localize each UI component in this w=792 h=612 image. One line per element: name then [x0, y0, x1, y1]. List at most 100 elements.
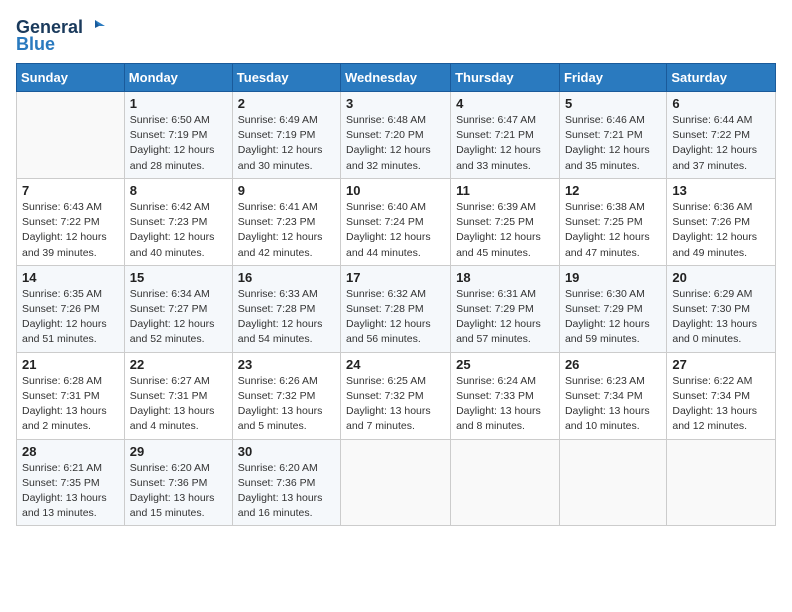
- day-detail: Sunrise: 6:38 AM Sunset: 7:25 PM Dayligh…: [565, 200, 661, 261]
- day-cell: 15 Sunrise: 6:34 AM Sunset: 7:27 PM Dayli…: [124, 265, 232, 352]
- col-header-monday: Monday: [124, 64, 232, 92]
- logo-blue: Blue: [16, 34, 55, 55]
- day-detail: Sunrise: 6:36 AM Sunset: 7:26 PM Dayligh…: [672, 200, 770, 261]
- day-cell: 9Sunrise: 6:41 AM Sunset: 7:23 PM Daylig…: [232, 178, 340, 265]
- day-detail: Sunrise: 6:33 AM Sunset: 7:28 PM Dayligh…: [238, 287, 335, 348]
- day-cell: 8 Sunrise: 6:42 AM Sunset: 7:23 PM Daylig…: [124, 178, 232, 265]
- week-row-3: 14 Sunrise: 6:35 AM Sunset: 7:26 PM Dayli…: [17, 265, 776, 352]
- day-number: 26: [565, 357, 661, 372]
- day-detail: Sunrise: 6:34 AM Sunset: 7:27 PM Dayligh…: [130, 287, 227, 348]
- day-cell: 2 Sunrise: 6:49 AM Sunset: 7:19 PM Daylig…: [232, 92, 340, 179]
- day-detail: Sunrise: 6:23 AM Sunset: 7:34 PM Dayligh…: [565, 374, 661, 435]
- day-cell: 19Sunrise: 6:30 AM Sunset: 7:29 PM Dayli…: [559, 265, 666, 352]
- day-detail: Sunrise: 6:22 AM Sunset: 7:34 PM Dayligh…: [672, 374, 770, 435]
- day-detail: Sunrise: 6:20 AM Sunset: 7:36 PM Dayligh…: [238, 461, 335, 522]
- day-detail: Sunrise: 6:25 AM Sunset: 7:32 PM Dayligh…: [346, 374, 445, 435]
- day-number: 11: [456, 183, 554, 198]
- day-cell: [341, 439, 451, 526]
- day-detail: Sunrise: 6:43 AM Sunset: 7:22 PM Dayligh…: [22, 200, 119, 261]
- day-number: 15: [130, 270, 227, 285]
- day-cell: 5 Sunrise: 6:46 AM Sunset: 7:21 PM Daylig…: [559, 92, 666, 179]
- day-detail: Sunrise: 6:49 AM Sunset: 7:19 PM Dayligh…: [238, 113, 335, 174]
- week-row-5: 28 Sunrise: 6:21 AM Sunset: 7:35 PM Dayli…: [17, 439, 776, 526]
- day-cell: 16 Sunrise: 6:33 AM Sunset: 7:28 PM Dayli…: [232, 265, 340, 352]
- page-header: General Blue: [16, 16, 776, 55]
- day-number: 5: [565, 96, 661, 111]
- day-number: 8: [130, 183, 227, 198]
- day-cell: 17Sunrise: 6:32 AM Sunset: 7:28 PM Dayli…: [341, 265, 451, 352]
- day-detail: Sunrise: 6:50 AM Sunset: 7:19 PM Dayligh…: [130, 113, 227, 174]
- day-detail: Sunrise: 6:46 AM Sunset: 7:21 PM Dayligh…: [565, 113, 661, 174]
- day-detail: Sunrise: 6:31 AM Sunset: 7:29 PM Dayligh…: [456, 287, 554, 348]
- day-cell: 29 Sunrise: 6:20 AM Sunset: 7:36 PM Dayli…: [124, 439, 232, 526]
- day-cell: 14 Sunrise: 6:35 AM Sunset: 7:26 PM Dayli…: [17, 265, 125, 352]
- day-detail: Sunrise: 6:20 AM Sunset: 7:36 PM Dayligh…: [130, 461, 227, 522]
- col-header-sunday: Sunday: [17, 64, 125, 92]
- day-detail: Sunrise: 6:27 AM Sunset: 7:31 PM Dayligh…: [130, 374, 227, 435]
- day-cell: 22 Sunrise: 6:27 AM Sunset: 7:31 PM Dayli…: [124, 352, 232, 439]
- day-cell: 25Sunrise: 6:24 AM Sunset: 7:33 PM Dayli…: [451, 352, 560, 439]
- day-cell: 18Sunrise: 6:31 AM Sunset: 7:29 PM Dayli…: [451, 265, 560, 352]
- day-cell: 20 Sunrise: 6:29 AM Sunset: 7:30 PM Dayli…: [667, 265, 776, 352]
- day-cell: 13 Sunrise: 6:36 AM Sunset: 7:26 PM Dayli…: [667, 178, 776, 265]
- day-number: 4: [456, 96, 554, 111]
- day-number: 19: [565, 270, 661, 285]
- logo-bird-icon: [85, 16, 107, 38]
- week-row-2: 7 Sunrise: 6:43 AM Sunset: 7:22 PM Daylig…: [17, 178, 776, 265]
- day-number: 24: [346, 357, 445, 372]
- day-number: 16: [238, 270, 335, 285]
- day-number: 28: [22, 444, 119, 459]
- day-cell: 7 Sunrise: 6:43 AM Sunset: 7:22 PM Daylig…: [17, 178, 125, 265]
- day-cell: 4Sunrise: 6:47 AM Sunset: 7:21 PM Daylig…: [451, 92, 560, 179]
- day-cell: 12Sunrise: 6:38 AM Sunset: 7:25 PM Dayli…: [559, 178, 666, 265]
- day-number: 30: [238, 444, 335, 459]
- day-number: 3: [346, 96, 445, 111]
- day-cell: 6Sunrise: 6:44 AM Sunset: 7:22 PM Daylig…: [667, 92, 776, 179]
- day-cell: [451, 439, 560, 526]
- day-number: 21: [22, 357, 119, 372]
- day-cell: 28 Sunrise: 6:21 AM Sunset: 7:35 PM Dayli…: [17, 439, 125, 526]
- day-detail: Sunrise: 6:48 AM Sunset: 7:20 PM Dayligh…: [346, 113, 445, 174]
- day-cell: 3 Sunrise: 6:48 AM Sunset: 7:20 PM Daylig…: [341, 92, 451, 179]
- day-detail: Sunrise: 6:21 AM Sunset: 7:35 PM Dayligh…: [22, 461, 119, 522]
- day-detail: Sunrise: 6:41 AM Sunset: 7:23 PM Dayligh…: [238, 200, 335, 261]
- day-number: 22: [130, 357, 227, 372]
- day-detail: Sunrise: 6:35 AM Sunset: 7:26 PM Dayligh…: [22, 287, 119, 348]
- col-header-friday: Friday: [559, 64, 666, 92]
- col-header-tuesday: Tuesday: [232, 64, 340, 92]
- day-number: 7: [22, 183, 119, 198]
- day-cell: 24 Sunrise: 6:25 AM Sunset: 7:32 PM Dayli…: [341, 352, 451, 439]
- day-number: 2: [238, 96, 335, 111]
- day-detail: Sunrise: 6:32 AM Sunset: 7:28 PM Dayligh…: [346, 287, 445, 348]
- day-detail: Sunrise: 6:39 AM Sunset: 7:25 PM Dayligh…: [456, 200, 554, 261]
- calendar-table: SundayMondayTuesdayWednesdayThursdayFrid…: [16, 63, 776, 526]
- day-cell: 27 Sunrise: 6:22 AM Sunset: 7:34 PM Dayli…: [667, 352, 776, 439]
- day-number: 10: [346, 183, 445, 198]
- day-cell: 23Sunrise: 6:26 AM Sunset: 7:32 PM Dayli…: [232, 352, 340, 439]
- day-cell: 1 Sunrise: 6:50 AM Sunset: 7:19 PM Daylig…: [124, 92, 232, 179]
- day-number: 27: [672, 357, 770, 372]
- day-cell: [17, 92, 125, 179]
- day-cell: 21 Sunrise: 6:28 AM Sunset: 7:31 PM Dayli…: [17, 352, 125, 439]
- day-detail: Sunrise: 6:44 AM Sunset: 7:22 PM Dayligh…: [672, 113, 770, 174]
- day-detail: Sunrise: 6:28 AM Sunset: 7:31 PM Dayligh…: [22, 374, 119, 435]
- week-row-4: 21 Sunrise: 6:28 AM Sunset: 7:31 PM Dayli…: [17, 352, 776, 439]
- day-cell: 26 Sunrise: 6:23 AM Sunset: 7:34 PM Dayli…: [559, 352, 666, 439]
- day-cell: 30 Sunrise: 6:20 AM Sunset: 7:36 PM Dayli…: [232, 439, 340, 526]
- day-number: 20: [672, 270, 770, 285]
- day-number: 29: [130, 444, 227, 459]
- day-number: 1: [130, 96, 227, 111]
- calendar-header-row: SundayMondayTuesdayWednesdayThursdayFrid…: [17, 64, 776, 92]
- day-detail: Sunrise: 6:40 AM Sunset: 7:24 PM Dayligh…: [346, 200, 445, 261]
- day-cell: [667, 439, 776, 526]
- day-number: 25: [456, 357, 554, 372]
- day-cell: 10 Sunrise: 6:40 AM Sunset: 7:24 PM Dayli…: [341, 178, 451, 265]
- day-detail: Sunrise: 6:29 AM Sunset: 7:30 PM Dayligh…: [672, 287, 770, 348]
- day-number: 13: [672, 183, 770, 198]
- day-detail: Sunrise: 6:26 AM Sunset: 7:32 PM Dayligh…: [238, 374, 335, 435]
- day-detail: Sunrise: 6:42 AM Sunset: 7:23 PM Dayligh…: [130, 200, 227, 261]
- logo: General Blue: [16, 16, 107, 55]
- day-number: 14: [22, 270, 119, 285]
- col-header-saturday: Saturday: [667, 64, 776, 92]
- week-row-1: 1 Sunrise: 6:50 AM Sunset: 7:19 PM Daylig…: [17, 92, 776, 179]
